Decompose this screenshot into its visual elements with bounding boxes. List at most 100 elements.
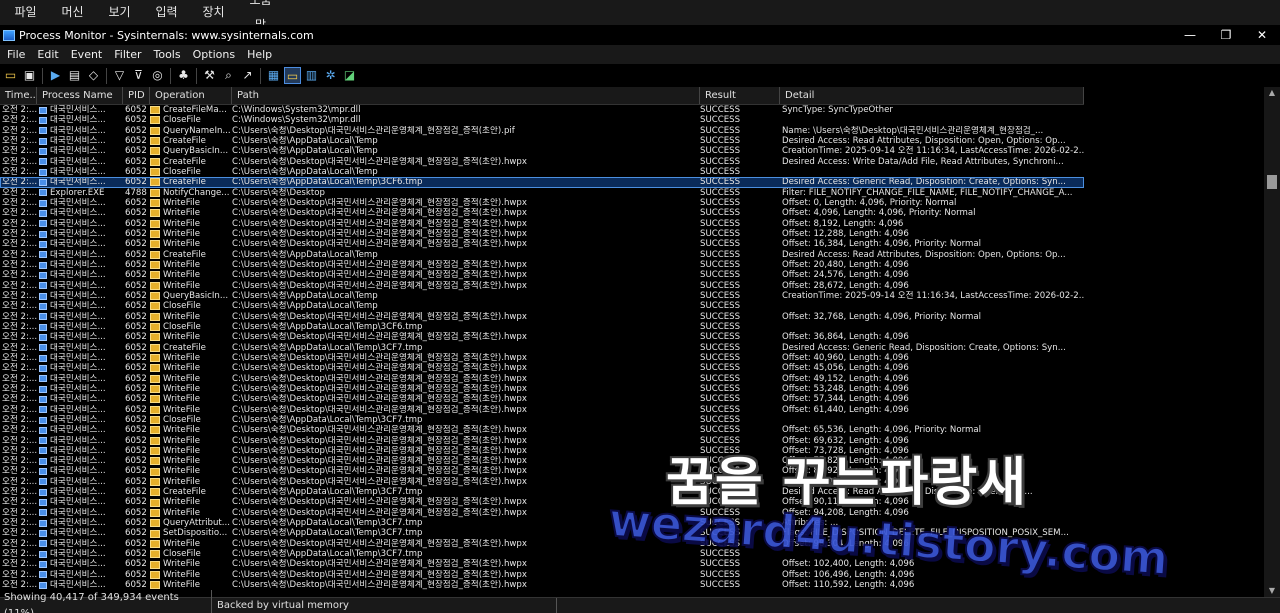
table-row[interactable]: 오전 2:... 대국민서비스... 6052 CloseFile C:\Windows…	[0, 115, 1084, 125]
save-icon[interactable]: ▣	[21, 67, 38, 84]
clear-icon[interactable]: ◇	[85, 67, 102, 84]
event-path-text: C:\Users\숙청\AppData\Local\Temp\3CF7.tmp	[232, 518, 423, 529]
table-row[interactable]: 오전 2:... 대국민서비스... 6052 WriteFile C:\Users\숙…	[0, 477, 1084, 487]
table-row[interactable]: 오전 2:... 대국민서비스... 6052 WriteFile C:\Users\숙…	[0, 508, 1084, 518]
network-activity-icon[interactable]: ▥	[303, 67, 320, 84]
table-row[interactable]: 오전 2:... 대국민서비스... 6052 QueryNameIn... C:\Us…	[0, 126, 1084, 136]
properties-icon[interactable]: ⚒	[201, 67, 218, 84]
jump-icon[interactable]: ↗	[239, 67, 256, 84]
highlight-icon[interactable]: ⊽	[130, 67, 147, 84]
vertical-scrollbar[interactable]: ▲ ▼	[1264, 87, 1280, 597]
table-row[interactable]: 오전 2:... 대국민서비스... 6052 WriteFile C:\Users\숙…	[0, 374, 1084, 384]
process-tree-icon[interactable]: ♣	[175, 67, 192, 84]
table-row[interactable]: 오전 2:... 대국민서비스... 6052 WriteFile C:\Users\숙…	[0, 260, 1084, 270]
table-row[interactable]: 오전 2:... 대국민서비스... 6052 WriteFile C:\Users\숙…	[0, 436, 1084, 446]
column-path[interactable]: Path	[232, 87, 700, 104]
event-path: C:\Users\숙청\Desktop\대국민서비스관리운영체계_현장점검_증적…	[230, 353, 700, 363]
autoscroll-icon[interactable]: ▤	[66, 67, 83, 84]
table-row[interactable]: 오전 2:... 대국민서비스... 6052 CloseFile C:\Users\숙…	[0, 549, 1084, 559]
scrollbar-thumb[interactable]	[1267, 175, 1277, 189]
table-row[interactable]: 오전 2:... 대국민서비스... 6052 WriteFile C:\Users\숙…	[0, 466, 1084, 476]
event-operation-text: NotifyChange...	[163, 187, 230, 198]
column-result[interactable]: Result	[700, 87, 780, 104]
close-button[interactable]: ✕	[1244, 25, 1280, 45]
scroll-down-icon[interactable]: ▼	[1264, 585, 1280, 597]
event-result: SUCCESS	[700, 559, 780, 569]
table-row[interactable]: 오전 2:... 대국민서비스... 6052 WriteFile C:\Users\숙…	[0, 363, 1084, 373]
menu-event[interactable]: Event	[65, 45, 109, 64]
table-row[interactable]: 오전 2:... 대국민서비스... 6052 WriteFile C:\Users\숙…	[0, 384, 1084, 394]
table-row[interactable]: 오전 2:... 대국민서비스... 6052 WriteFile C:\Users\숙…	[0, 198, 1084, 208]
event-process-name: 대국민서비스...	[37, 539, 123, 549]
column-detail[interactable]: Detail	[780, 87, 1084, 104]
filter-icon[interactable]: ▽	[111, 67, 128, 84]
table-row[interactable]: 오전 2:... Explorer.EXE 4788 NotifyChange... C…	[0, 188, 1084, 198]
vm-menu-item[interactable]: 파일	[2, 0, 49, 25]
table-row[interactable]: 오전 2:... 대국민서비스... 6052 WriteFile C:\Users\숙…	[0, 353, 1084, 363]
registry-activity-icon[interactable]: ▦	[265, 67, 282, 84]
menu-edit[interactable]: Edit	[31, 45, 64, 64]
column-process-name[interactable]: Process Name	[37, 87, 123, 104]
table-row[interactable]: 오전 2:... 대국민서비스... 6052 CreateFileMa... C:\W…	[0, 105, 1084, 115]
table-row[interactable]: 오전 2:... 대국민서비스... 6052 WriteFile C:\Users\숙…	[0, 497, 1084, 507]
table-row[interactable]: 오전 2:... 대국민서비스... 6052 WriteFile C:\Users\숙…	[0, 394, 1084, 404]
menu-filter[interactable]: Filter	[108, 45, 147, 64]
table-row[interactable]: 오전 2:... 대국민서비스... 6052 CreateFile C:\Users\…	[0, 136, 1084, 146]
table-row[interactable]: 오전 2:... 대국민서비스... 6052 CreateFile C:\Users\…	[0, 157, 1084, 167]
column-operation[interactable]: Operation	[150, 87, 232, 104]
table-row[interactable]: 오전 2:... 대국민서비스... 6052 WriteFile C:\Users\숙…	[0, 312, 1084, 322]
table-row[interactable]: 오전 2:... 대국민서비스... 6052 WriteFile C:\Users\숙…	[0, 332, 1084, 342]
table-row[interactable]: 오전 2:... 대국민서비스... 6052 WriteFile C:\Users\숙…	[0, 405, 1084, 415]
restore-button[interactable]: ❐	[1208, 25, 1244, 45]
event-path-text: C:\Users\숙청\Desktop\대국민서비스관리운영체계_현장점검_증적…	[232, 280, 527, 291]
table-row[interactable]: 오전 2:... 대국민서비스... 6052 QueryBasicIn... C:\U…	[0, 291, 1084, 301]
table-row[interactable]: 오전 2:... 대국민서비스... 6052 WriteFile C:\Users\숙…	[0, 559, 1084, 569]
vm-menu-item[interactable]: 입력	[143, 0, 190, 25]
minimize-button[interactable]: —	[1172, 25, 1208, 45]
process-thread-activity-icon[interactable]: ✲	[322, 67, 339, 84]
table-row[interactable]: 오전 2:... 대국민서비스... 6052 CloseFile C:\Users\숙…	[0, 301, 1084, 311]
table-row[interactable]: 오전 2:... 대국민서비스... 6052 WriteFile C:\Users\숙…	[0, 446, 1084, 456]
event-detail: Offset: 110,592, Length: 4,096	[780, 580, 1084, 590]
profiling-events-icon[interactable]: ◪	[341, 67, 358, 84]
menu-file[interactable]: File	[0, 45, 31, 64]
table-row[interactable]: 오전 2:... 대국민서비스... 6052 WriteFile C:\Users\숙…	[0, 270, 1084, 280]
table-row[interactable]: 오전 2:... 대국민서비스... 6052 CreateFile C:\Users\…	[0, 177, 1084, 188]
table-row[interactable]: 오전 2:... 대국민서비스... 6052 WriteFile C:\Users\숙…	[0, 229, 1084, 239]
table-row[interactable]: 오전 2:... 대국민서비스... 6052 WriteFile C:\Users\숙…	[0, 219, 1084, 229]
menu-options[interactable]: Options	[187, 45, 241, 64]
column-time[interactable]: Time...	[0, 87, 37, 104]
table-row[interactable]: 오전 2:... 대국민서비스... 6052 QueryAttribut... C:\…	[0, 518, 1084, 528]
find-icon[interactable]: ⌕	[220, 67, 237, 84]
table-row[interactable]: 오전 2:... 대국민서비스... 6052 CloseFile C:\Users\숙…	[0, 322, 1084, 332]
table-row[interactable]: 오전 2:... 대국민서비스... 6052 CloseFile C:\Users\숙…	[0, 415, 1084, 425]
table-row[interactable]: 오전 2:... 대국민서비스... 6052 WriteFile C:\Users\숙…	[0, 456, 1084, 466]
table-row[interactable]: 오전 2:... 대국민서비스... 6052 CreateFile C:\Users\…	[0, 343, 1084, 353]
column-pid[interactable]: PID	[123, 87, 150, 104]
event-result: SUCCESS	[700, 250, 780, 260]
table-row[interactable]: 오전 2:... 대국민서비스... 6052 CreateFile C:\Users\…	[0, 487, 1084, 497]
filesystem-activity-icon[interactable]: ▭	[284, 67, 301, 84]
menu-tools[interactable]: Tools	[148, 45, 187, 64]
table-row[interactable]: 오전 2:... 대국민서비스... 6052 WriteFile C:\Users\숙…	[0, 570, 1084, 580]
table-row[interactable]: 오전 2:... 대국민서비스... 6052 SetDispositio... C:\…	[0, 528, 1084, 538]
capture-icon[interactable]: ▶	[47, 67, 64, 84]
table-row[interactable]: 오전 2:... 대국민서비스... 6052 WriteFile C:\Users\숙…	[0, 239, 1084, 249]
scroll-up-icon[interactable]: ▲	[1264, 87, 1280, 99]
table-row[interactable]: 오전 2:... 대국민서비스... 6052 QueryBasicIn... C:\U…	[0, 146, 1084, 156]
table-row[interactable]: 오전 2:... 대국민서비스... 6052 WriteFile C:\Users\숙…	[0, 208, 1084, 218]
event-detail-text: Desired Access: Write Data/Add File, Rea…	[782, 156, 1064, 167]
table-row[interactable]: 오전 2:... 대국민서비스... 6052 WriteFile C:\Users\숙…	[0, 281, 1084, 291]
table-row[interactable]: 오전 2:... 대국민서비스... 6052 WriteFile C:\Users\숙…	[0, 539, 1084, 549]
vm-menu-item[interactable]: 머신	[49, 0, 96, 25]
include-process-icon[interactable]: ◎	[149, 67, 166, 84]
vm-menu-item[interactable]: 보기	[96, 0, 143, 25]
table-row[interactable]: 오전 2:... 대국민서비스... 6052 CloseFile C:\Users\숙…	[0, 167, 1084, 177]
event-result: SUCCESS	[700, 270, 780, 280]
table-row[interactable]: 오전 2:... 대국민서비스... 6052 CreateFile C:\Users\…	[0, 250, 1084, 260]
open-icon[interactable]: ▭	[2, 67, 19, 84]
event-list[interactable]: 오전 2:... 대국민서비스... 6052 CreateFileMa... C:\W…	[0, 105, 1084, 597]
vm-menu-item[interactable]: 장치	[190, 0, 237, 25]
menu-help[interactable]: Help	[241, 45, 278, 64]
table-row[interactable]: 오전 2:... 대국민서비스... 6052 WriteFile C:\Users\숙…	[0, 425, 1084, 435]
